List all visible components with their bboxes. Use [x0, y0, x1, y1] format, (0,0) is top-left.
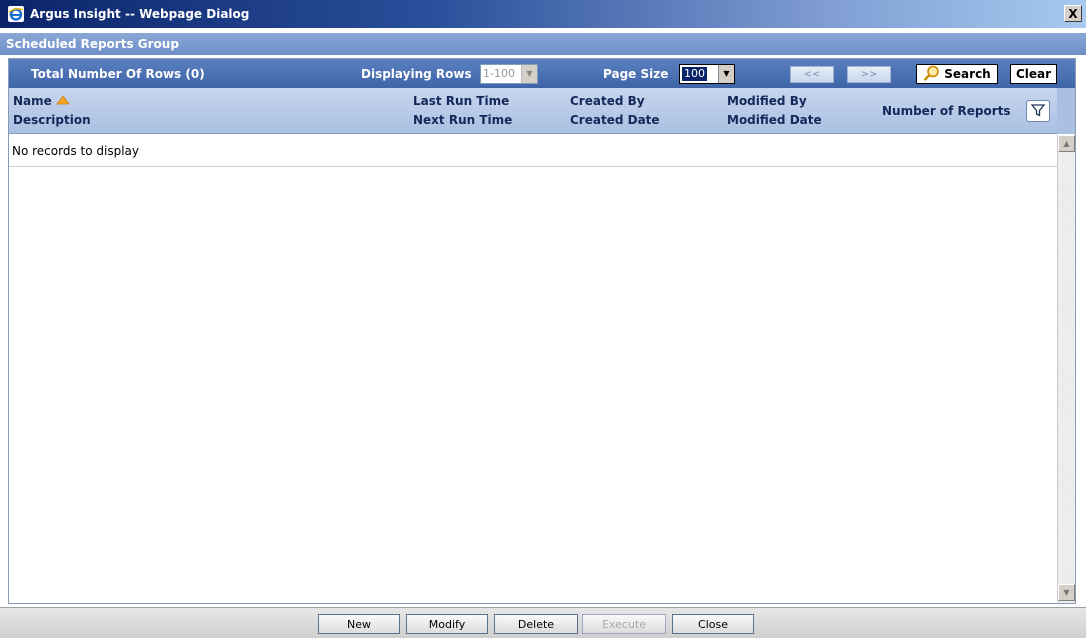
window-title-bar: Argus Insight -- Webpage Dialog X [0, 0, 1086, 28]
section-title: Scheduled Reports Group [0, 33, 1086, 55]
search-button-label: Search [944, 67, 991, 81]
total-rows-label: Total Number Of Rows (0) [31, 67, 205, 81]
scroll-down-button[interactable]: ▼ [1058, 584, 1075, 601]
grid-toolbar: Total Number Of Rows (0) Displaying Rows… [9, 59, 1075, 88]
displaying-rows-value: 1-100 [483, 67, 515, 80]
window-title: Argus Insight -- Webpage Dialog [30, 7, 250, 21]
close-button[interactable]: Close [672, 614, 754, 634]
ie-icon [8, 6, 24, 22]
sort-ascending-icon [55, 92, 70, 111]
next-page-button[interactable]: >> [847, 66, 891, 83]
column-header-row: Name Description Last Run Time Next Run … [9, 88, 1075, 134]
execute-button[interactable]: Execute [582, 614, 666, 634]
filter-button[interactable] [1026, 100, 1050, 122]
chevron-down-icon: ▼ [1063, 588, 1070, 597]
page-size-select[interactable]: 100 ▼ [679, 64, 735, 84]
prev-page-button[interactable]: << [790, 66, 834, 83]
column-created-date[interactable]: Created Date [570, 111, 660, 130]
clear-button[interactable]: Clear [1010, 64, 1057, 84]
scroll-up-button[interactable]: ▲ [1058, 135, 1075, 152]
chevron-down-icon: ▼ [521, 65, 537, 83]
reports-grid: Total Number Of Rows (0) Displaying Rows… [8, 58, 1076, 604]
header-scroll-spacer [1057, 88, 1075, 134]
column-modified-by[interactable]: Modified By [727, 92, 807, 111]
page-size-label: Page Size [603, 67, 669, 81]
page-size-value: 100 [682, 67, 707, 81]
column-last-run-time[interactable]: Last Run Time [413, 92, 509, 111]
column-number-of-reports[interactable]: Number of Reports [882, 102, 1011, 121]
column-next-run-time[interactable]: Next Run Time [413, 111, 512, 130]
grid-body: No records to display [9, 135, 1057, 603]
vertical-scrollbar[interactable]: ▲ ▼ [1057, 135, 1075, 603]
column-created-by[interactable]: Created By [570, 92, 645, 111]
column-modified-date[interactable]: Modified Date [727, 111, 822, 130]
empty-message: No records to display [9, 135, 1057, 167]
column-name[interactable]: Name [13, 92, 70, 111]
modify-button[interactable]: Modify [406, 614, 488, 634]
chevron-down-icon: ▼ [718, 65, 734, 83]
search-icon [923, 65, 941, 84]
dialog-footer: New Modify Delete Execute Close [0, 607, 1086, 638]
delete-button[interactable]: Delete [494, 614, 578, 634]
column-description[interactable]: Description [13, 111, 91, 130]
new-button[interactable]: New [318, 614, 400, 634]
displaying-rows-select[interactable]: 1-100 ▼ [480, 64, 538, 84]
search-button[interactable]: Search [916, 64, 998, 84]
filter-icon [1030, 103, 1046, 120]
chevron-up-icon: ▲ [1063, 139, 1070, 148]
window-close-button[interactable]: X [1064, 5, 1082, 22]
displaying-rows-label: Displaying Rows [361, 67, 472, 81]
